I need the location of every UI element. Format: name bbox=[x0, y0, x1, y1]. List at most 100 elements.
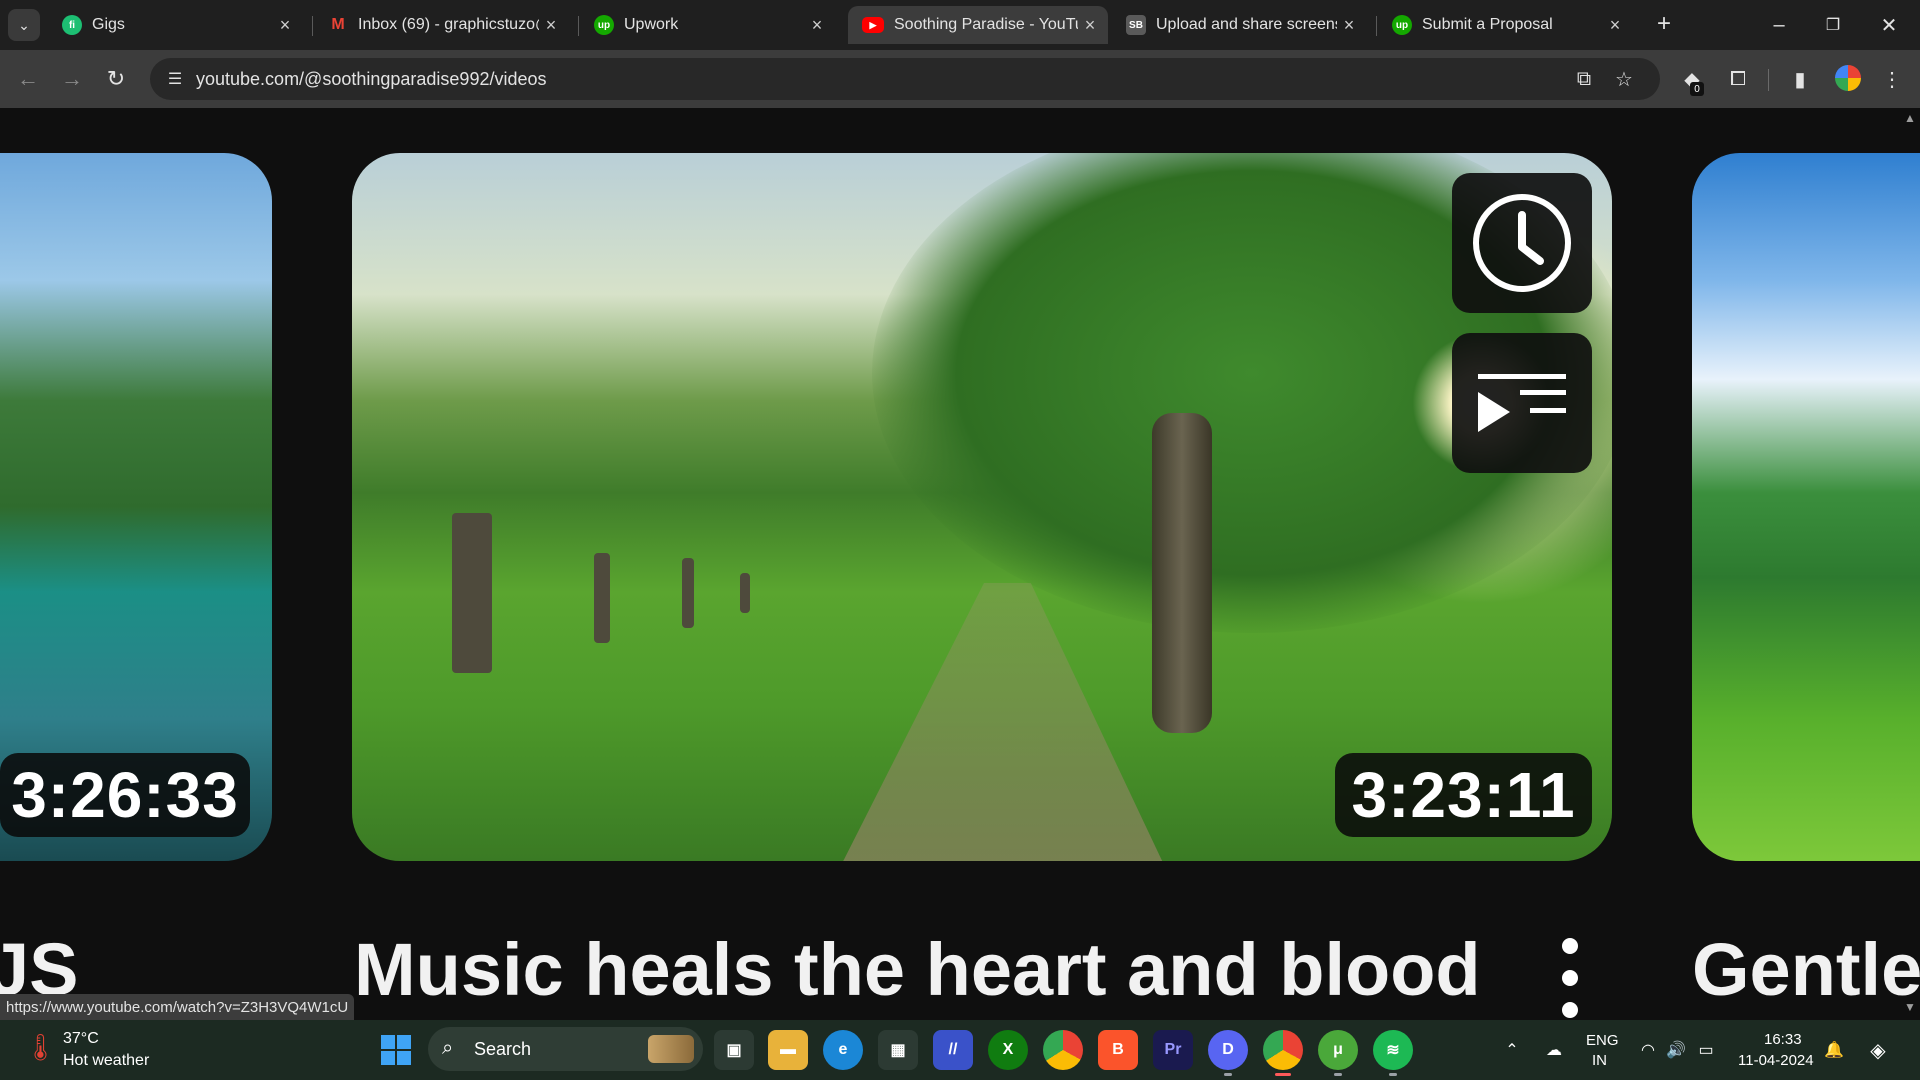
extension-badge: 0 bbox=[1690, 82, 1704, 96]
tab-gigs[interactable]: fi Gigs × bbox=[48, 6, 303, 44]
duration-badge: 3:26:33 bbox=[0, 753, 250, 837]
tab-strip: ⌄ fi Gigs × M Inbox (69) - graphicstuzo@… bbox=[0, 0, 1920, 50]
tab-screenshot[interactable]: SB Upload and share screenshots × bbox=[1112, 6, 1367, 44]
fence-post bbox=[740, 573, 750, 613]
install-app-icon[interactable]: ⧉ bbox=[1572, 67, 1596, 91]
file-explorer-icon[interactable]: ▬ bbox=[768, 1030, 808, 1070]
video-thumbnail-left[interactable]: 3:26:33 bbox=[0, 153, 272, 861]
tab-separator bbox=[312, 16, 313, 36]
discord-icon[interactable]: D bbox=[1208, 1030, 1248, 1076]
reload-icon[interactable]: ↻ bbox=[100, 63, 132, 95]
taskbar-search[interactable]: ⌕ Search bbox=[428, 1027, 703, 1071]
show-hidden-icons-chevron-icon[interactable]: ⌃ bbox=[1500, 1038, 1524, 1062]
video-thumbnail-main[interactable]: 3:23:11 bbox=[352, 153, 1612, 861]
tab-close-icon[interactable]: × bbox=[1078, 15, 1102, 36]
tab-title: Upwork bbox=[624, 16, 679, 33]
tab-close-icon[interactable]: × bbox=[805, 15, 829, 36]
upwork-icon: up bbox=[1392, 15, 1412, 35]
tab-youtube[interactable]: ▶ Soothing Paradise - YouTube × bbox=[848, 6, 1108, 44]
edge-icon[interactable]: e bbox=[823, 1030, 863, 1070]
clock-time[interactable]: 16:33 bbox=[1764, 1031, 1802, 1048]
site-info-icon[interactable]: ☰ bbox=[164, 68, 186, 90]
tab-separator bbox=[578, 16, 579, 36]
volume-icon[interactable]: 🔊 bbox=[1664, 1038, 1688, 1062]
onedrive-icon[interactable]: ☁ bbox=[1542, 1038, 1566, 1062]
fiverr-icon: fi bbox=[62, 15, 82, 35]
tab-title: Upload and share screenshots bbox=[1156, 16, 1337, 33]
screenshot-bin-icon: SB bbox=[1126, 15, 1146, 35]
microsoft-store-icon[interactable]: ▦ bbox=[878, 1030, 918, 1070]
tab-close-icon[interactable]: × bbox=[1337, 15, 1361, 36]
copilot-icon[interactable]: ◈ bbox=[1866, 1038, 1890, 1062]
scroll-down-arrow-icon[interactable]: ▼ bbox=[1904, 1000, 1916, 1014]
spotify-icon[interactable]: ≋ bbox=[1373, 1030, 1413, 1076]
premiere-pro-icon[interactable]: Pr bbox=[1153, 1030, 1193, 1070]
minimize-icon[interactable]: – bbox=[1756, 8, 1802, 42]
scroll-up-arrow-icon[interactable]: ▲ bbox=[1904, 111, 1916, 125]
queue-icon bbox=[1478, 374, 1566, 432]
url-text[interactable]: youtube.com/@soothingparadise992/videos bbox=[196, 69, 547, 90]
tab-title: Submit a Proposal bbox=[1422, 16, 1553, 33]
bookmark-star-icon[interactable]: ☆ bbox=[1612, 67, 1636, 91]
fence-post bbox=[682, 558, 694, 628]
notifications-icon[interactable]: 🔔 bbox=[1822, 1038, 1846, 1062]
windows-start-icon[interactable] bbox=[381, 1035, 411, 1065]
forward-arrow-icon[interactable]: → bbox=[56, 63, 88, 95]
restore-icon[interactable]: ❐ bbox=[1810, 8, 1856, 42]
tab-title: Inbox (69) - graphicstuzo@ bbox=[358, 16, 539, 33]
youtube-icon: ▶ bbox=[862, 17, 884, 33]
tab-title: Soothing Paradise - YouTube bbox=[894, 16, 1078, 33]
fence-post bbox=[594, 553, 610, 643]
xbox-icon[interactable]: X bbox=[988, 1030, 1028, 1070]
clock-icon bbox=[1473, 194, 1571, 292]
weather-description[interactable]: Hot weather bbox=[63, 1052, 149, 1070]
toolbar-separator bbox=[1768, 69, 1769, 91]
tab-separator bbox=[1376, 16, 1377, 36]
video-title-right[interactable]: Gentle Mus bbox=[1692, 933, 1920, 1007]
browser-toolbar: ← → ↻ ☰ youtube.com/@soothingparadise992… bbox=[0, 50, 1920, 108]
thumbnail-path bbox=[822, 583, 1182, 861]
profile-avatar-icon[interactable] bbox=[1835, 65, 1861, 91]
language-region[interactable]: IN bbox=[1592, 1052, 1607, 1069]
video-actions-menu-icon[interactable] bbox=[1550, 938, 1590, 1018]
close-window-icon[interactable]: ✕ bbox=[1866, 8, 1912, 42]
utorrent-icon[interactable]: μ bbox=[1318, 1030, 1358, 1076]
more-menu-icon[interactable]: ⋮ bbox=[1878, 65, 1906, 93]
tab-close-icon[interactable]: × bbox=[1603, 15, 1627, 36]
extensions-puzzle-icon[interactable]: ⧠ bbox=[1724, 65, 1752, 93]
watch-later-button[interactable] bbox=[1452, 173, 1592, 313]
channel-videos-page: 3:26:33 3:23:11 JS Music heals the heart… bbox=[0, 108, 1920, 1024]
language-code[interactable]: ENG bbox=[1586, 1032, 1619, 1049]
video-title-main[interactable]: Music heals the heart and blood bbox=[354, 933, 1481, 1007]
back-arrow-icon[interactable]: ← bbox=[12, 63, 44, 95]
new-tab-plus-icon[interactable]: + bbox=[1650, 10, 1678, 38]
chrome-profile-icon[interactable] bbox=[1263, 1030, 1303, 1076]
search-icon: ⌕ bbox=[442, 1037, 454, 1059]
clock-date[interactable]: 11-04-2024 bbox=[1738, 1052, 1814, 1069]
chrome-icon[interactable] bbox=[1043, 1030, 1083, 1070]
thumbnail-trunk bbox=[1152, 413, 1212, 733]
search-highlight-icon bbox=[648, 1035, 694, 1063]
thermometer-icon[interactable]: 🌡 bbox=[24, 1032, 57, 1066]
tab-close-icon[interactable]: × bbox=[273, 15, 297, 36]
brave-icon[interactable]: B bbox=[1098, 1030, 1138, 1070]
upwork-icon: up bbox=[594, 15, 614, 35]
address-bar[interactable]: ☰ youtube.com/@soothingparadise992/video… bbox=[150, 58, 1660, 100]
vscode-icon[interactable]: // bbox=[933, 1030, 973, 1070]
duration-badge: 3:23:11 bbox=[1335, 753, 1592, 837]
battery-icon[interactable]: ▭ bbox=[1694, 1038, 1718, 1062]
video-thumbnail-right[interactable] bbox=[1692, 153, 1920, 861]
tab-inbox[interactable]: M Inbox (69) - graphicstuzo@ × bbox=[314, 6, 569, 44]
tab-upwork[interactable]: up Upwork × bbox=[580, 6, 835, 44]
wifi-icon[interactable]: ◠ bbox=[1636, 1038, 1660, 1062]
tab-search-chevron-icon[interactable]: ⌄ bbox=[8, 9, 40, 41]
weather-temperature[interactable]: 37°C bbox=[63, 1030, 99, 1048]
add-to-queue-button[interactable] bbox=[1452, 333, 1592, 473]
gmail-icon: M bbox=[331, 16, 345, 33]
tab-title: Gigs bbox=[92, 16, 125, 33]
task-view-icon[interactable]: ▣ bbox=[714, 1030, 754, 1070]
tab-proposal[interactable]: up Submit a Proposal × bbox=[1378, 6, 1633, 44]
link-status-bar: https://www.youtube.com/watch?v=Z3H3VQ4W… bbox=[0, 994, 355, 1020]
side-panel-icon[interactable]: ▮ bbox=[1786, 65, 1814, 93]
tab-close-icon[interactable]: × bbox=[539, 15, 563, 36]
